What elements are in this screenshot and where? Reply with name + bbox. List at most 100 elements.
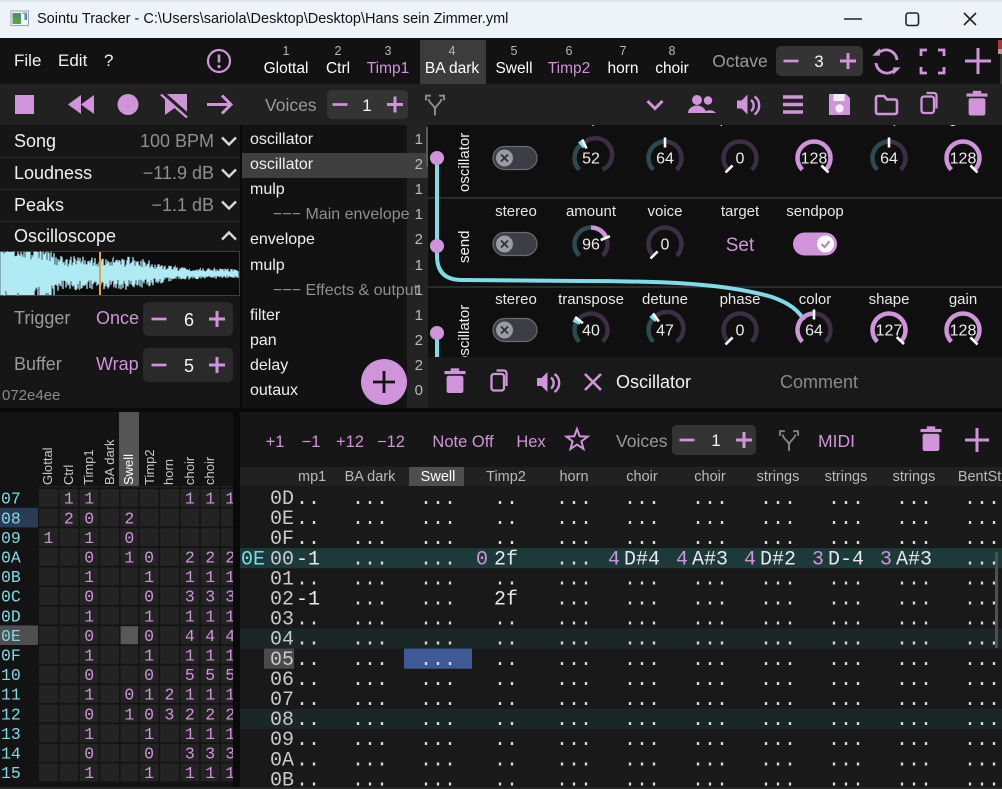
svg-text:0C: 0C (1, 588, 21, 607)
svg-text:0: 0 (84, 588, 94, 607)
svg-text:1: 1 (225, 764, 233, 783)
svg-text:1: 1 (205, 764, 215, 783)
svg-text:15: 15 (1, 764, 21, 783)
svg-text:1: 1 (185, 486, 195, 489)
svg-text:1: 1 (205, 568, 215, 587)
svg-text:0B: 0B (1, 568, 21, 587)
svg-text:5: 5 (185, 666, 195, 685)
svg-text:−12: −12 (377, 433, 405, 451)
svg-text:96: 96 (582, 237, 600, 254)
svg-text:0F: 0F (1, 647, 21, 666)
svg-text:1: 1 (225, 490, 233, 509)
svg-text:1: 1 (205, 607, 215, 626)
svg-text:0: 0 (84, 745, 94, 764)
svg-text:1: 1 (144, 725, 154, 744)
svg-text:1: 1 (144, 607, 154, 626)
svg-text:4: 4 (205, 627, 215, 646)
svg-text:4: 4 (744, 548, 756, 571)
svg-text:MIDI: MIDI (818, 431, 855, 451)
svg-text:47: 47 (656, 323, 674, 340)
svg-text:0: 0 (84, 509, 94, 528)
svg-text:08: 08 (1, 509, 21, 528)
svg-text:1: 1 (185, 725, 195, 744)
svg-text:0: 0 (736, 323, 745, 340)
svg-text:1: 1 (185, 568, 195, 587)
svg-text:0: 0 (144, 745, 154, 764)
svg-text:4: 4 (225, 627, 233, 646)
svg-text:1: 1 (225, 647, 233, 666)
svg-text:0: 0 (84, 549, 94, 568)
svg-text:1: 1 (144, 686, 154, 705)
svg-text:3: 3 (812, 548, 824, 571)
svg-text:2: 2 (225, 549, 233, 568)
svg-text:0: 0 (144, 549, 154, 568)
svg-text:64: 64 (656, 151, 674, 168)
svg-text:1: 1 (144, 764, 154, 783)
svg-text:2: 2 (225, 705, 233, 724)
svg-text:1: 1 (84, 686, 94, 705)
svg-text:07: 07 (1, 490, 21, 509)
svg-text:1: 1 (84, 725, 94, 744)
svg-text:1: 1 (185, 607, 195, 626)
svg-text:0: 0 (144, 705, 154, 724)
svg-text:10: 10 (1, 666, 21, 685)
svg-text:14: 14 (1, 745, 21, 764)
svg-text:1: 1 (84, 647, 94, 666)
svg-text:1: 1 (185, 490, 195, 509)
svg-text:1: 1 (205, 490, 215, 509)
svg-text:1: 1 (84, 568, 94, 587)
svg-text:0: 0 (84, 705, 94, 724)
svg-text:Set: Set (726, 235, 755, 256)
svg-text:1: 1 (44, 486, 54, 489)
svg-text:1: 1 (124, 486, 134, 489)
svg-text:0: 0 (736, 151, 745, 168)
svg-text:64: 64 (805, 323, 823, 340)
svg-text:1: 1 (84, 764, 94, 783)
svg-text:1: 1 (225, 686, 233, 705)
svg-text:128: 128 (950, 323, 977, 340)
svg-text:2: 2 (205, 705, 215, 724)
svg-text:5: 5 (225, 666, 233, 685)
svg-text:3: 3 (814, 52, 823, 71)
svg-text:−1: −1 (302, 433, 321, 451)
svg-text:+1: +1 (266, 433, 285, 451)
svg-text:3: 3 (185, 588, 195, 607)
svg-text:0E: 0E (1, 627, 21, 646)
svg-text:09: 09 (1, 529, 21, 548)
svg-text:12: 12 (1, 705, 21, 724)
svg-text:1: 1 (225, 607, 233, 626)
svg-text:3: 3 (164, 705, 174, 724)
svg-text:3: 3 (205, 588, 215, 607)
svg-text:128: 128 (801, 151, 828, 168)
svg-text:2: 2 (185, 549, 195, 568)
svg-text:4: 4 (676, 548, 688, 571)
svg-text:1: 1 (205, 686, 215, 705)
svg-text:0: 0 (84, 666, 94, 685)
svg-text:1: 1 (205, 486, 215, 489)
svg-text:4: 4 (608, 548, 620, 571)
svg-text:5: 5 (184, 356, 194, 376)
svg-text:Note Off: Note Off (432, 433, 494, 451)
svg-text:13: 13 (1, 725, 21, 744)
svg-text:1: 1 (84, 607, 94, 626)
svg-text:3: 3 (205, 745, 215, 764)
svg-text:1: 1 (185, 647, 195, 666)
svg-text:128: 128 (950, 151, 977, 168)
svg-text:0: 0 (124, 686, 134, 705)
svg-text:3: 3 (185, 745, 195, 764)
svg-text:0: 0 (661, 237, 670, 254)
svg-text:0: 0 (84, 627, 94, 646)
svg-text:127: 127 (876, 323, 903, 340)
svg-text:0E: 0E (241, 548, 265, 571)
svg-text:3: 3 (880, 548, 892, 571)
svg-text:0: 0 (476, 548, 488, 571)
svg-text:0D: 0D (1, 607, 21, 626)
svg-text:52: 52 (582, 151, 600, 168)
svg-text:64: 64 (880, 151, 898, 168)
svg-text:0: 0 (144, 627, 154, 646)
svg-text:1: 1 (362, 96, 371, 115)
svg-text:1: 1 (64, 486, 74, 489)
svg-text:4: 4 (185, 627, 195, 646)
svg-text:3: 3 (225, 745, 233, 764)
svg-text:1: 1 (144, 568, 154, 587)
